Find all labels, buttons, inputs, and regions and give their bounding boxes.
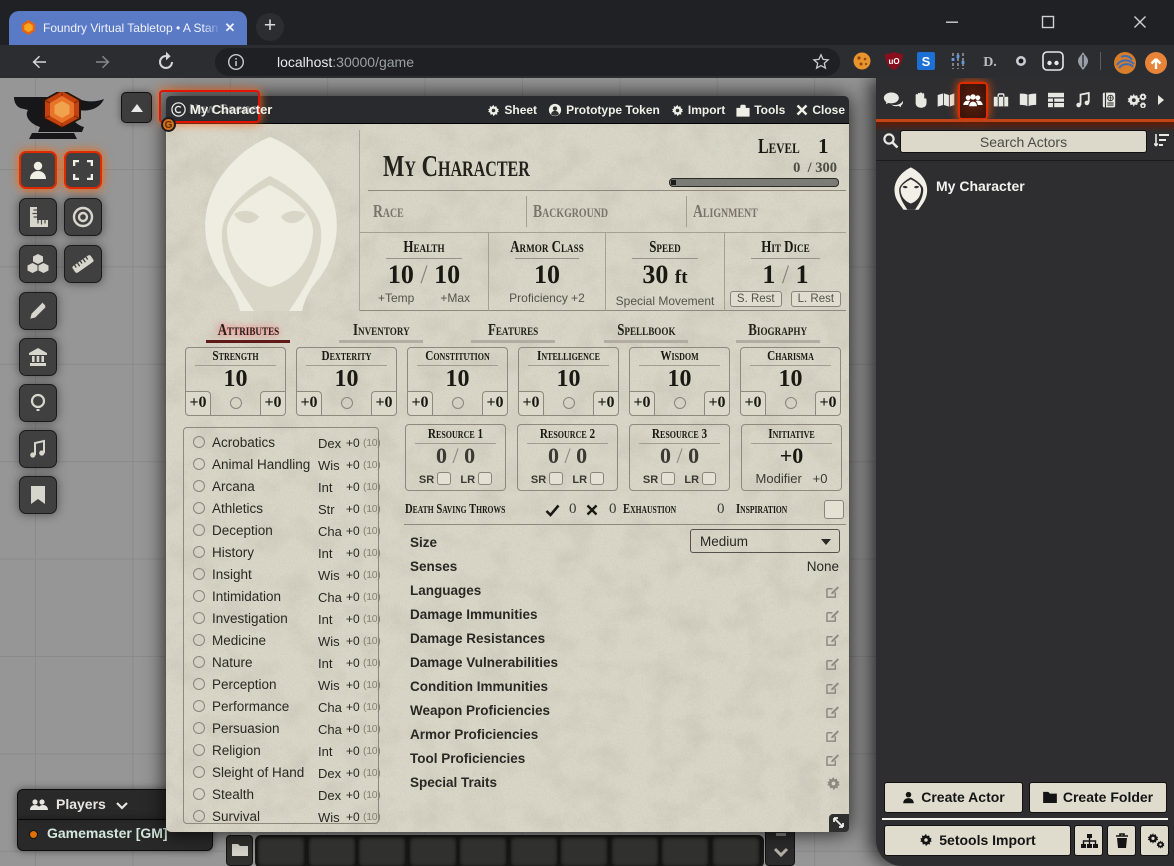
svg-text:S: S — [922, 54, 931, 69]
svg-text:D.: D. — [983, 55, 997, 70]
svg-text:uO: uO — [888, 57, 899, 66]
